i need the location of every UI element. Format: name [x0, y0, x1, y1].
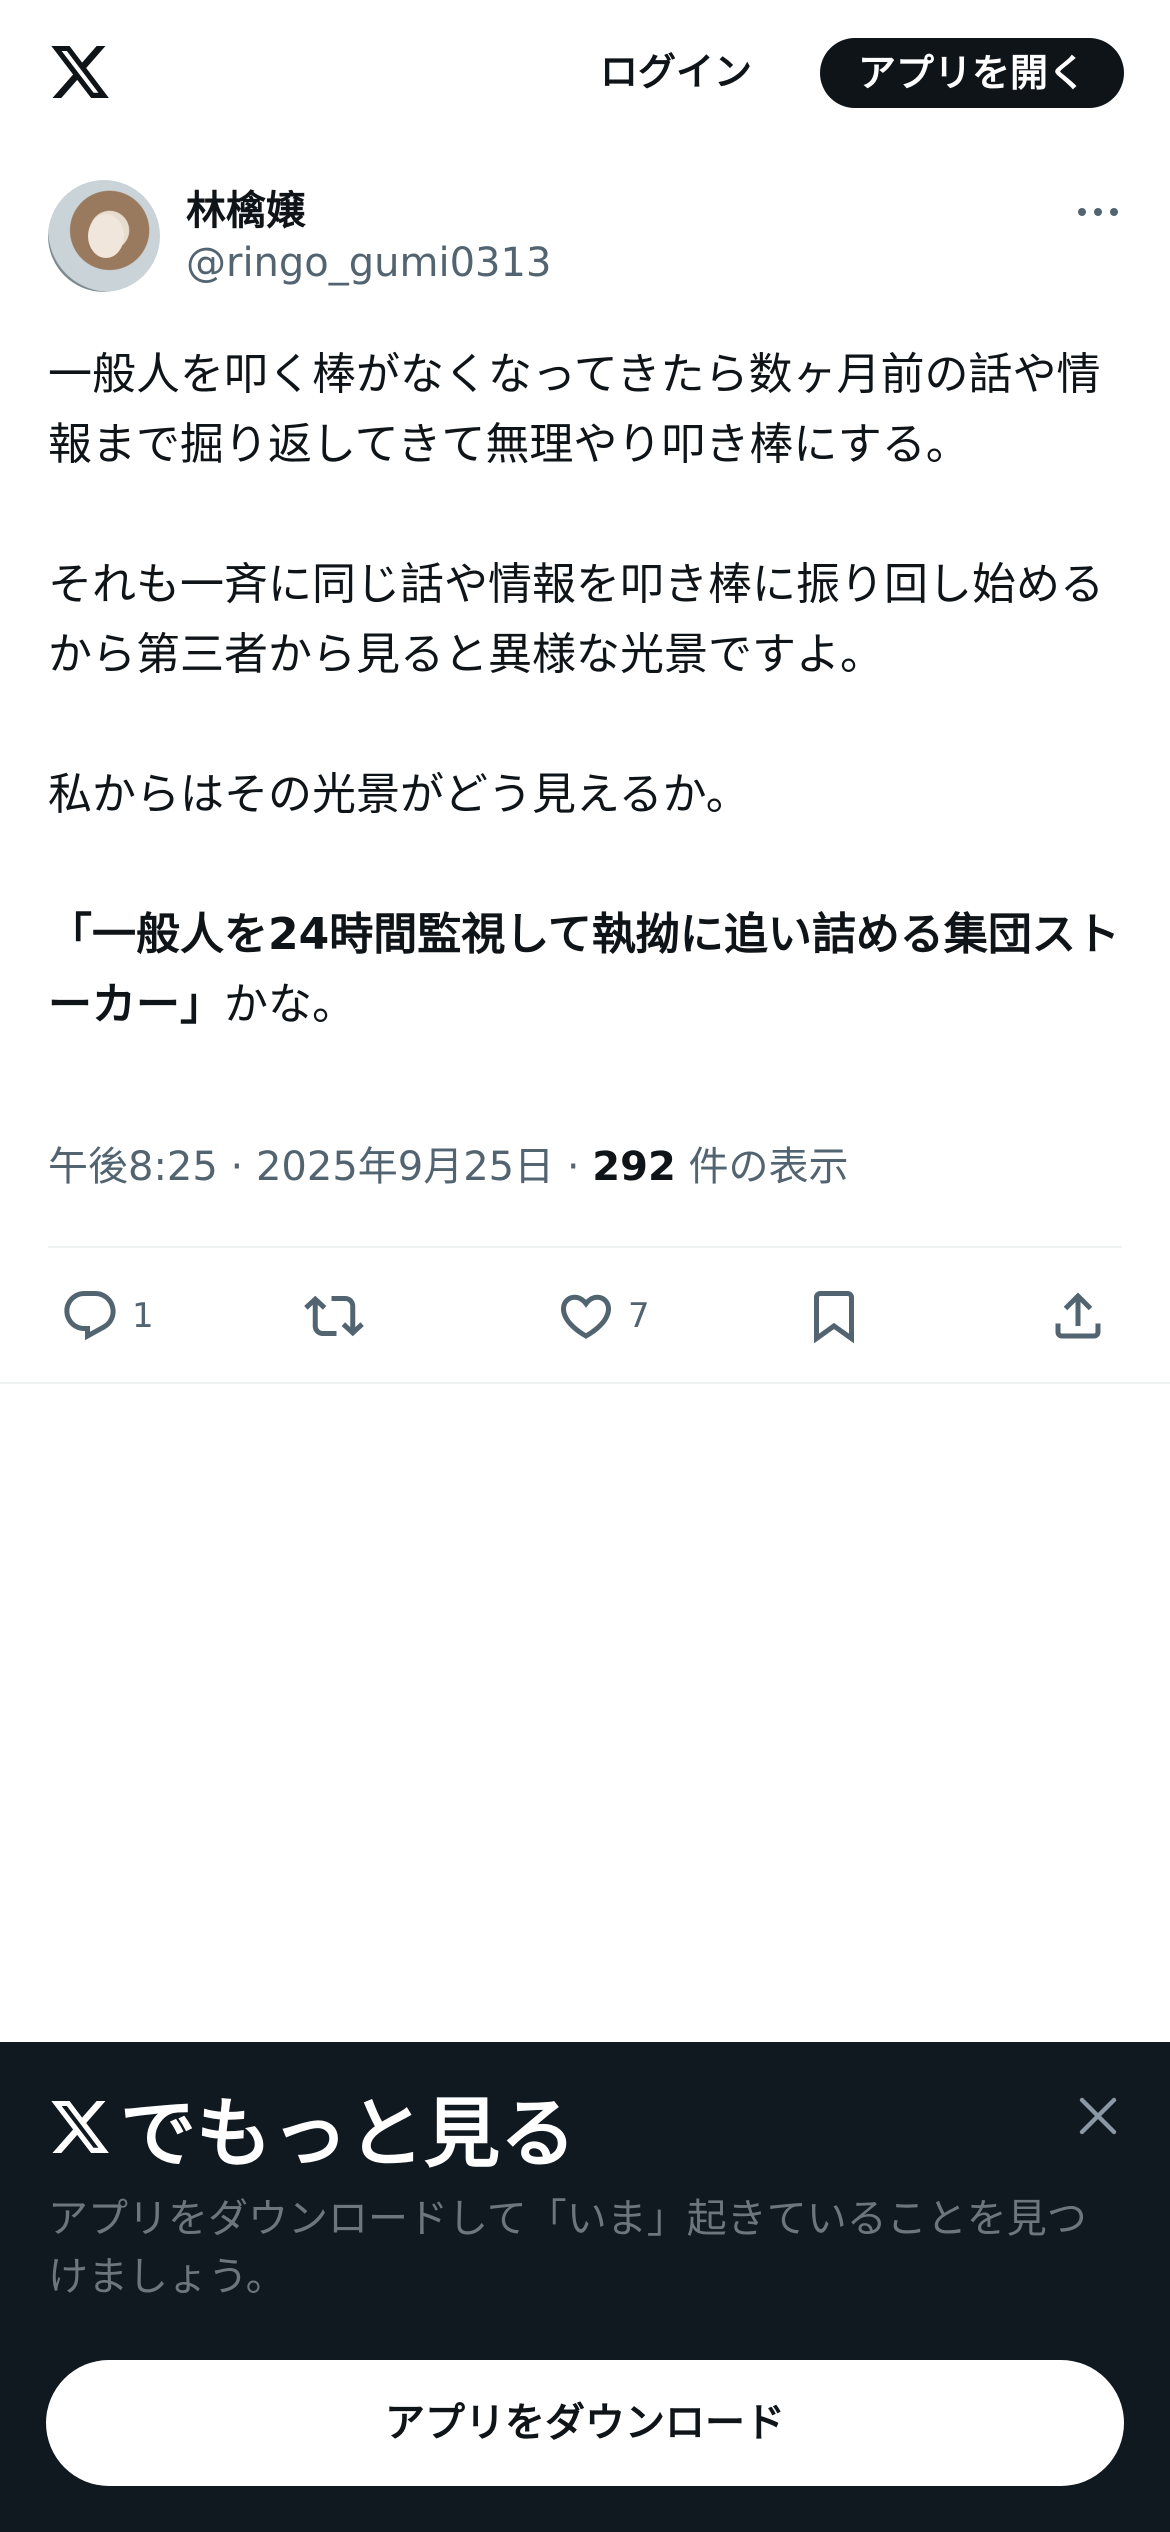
- x-logo-icon[interactable]: [48, 40, 112, 104]
- like-icon: [560, 1294, 612, 1339]
- meta-separator: ·: [217, 1144, 256, 1190]
- tweet-tail: かな。: [224, 979, 356, 1030]
- more-dots-icon[interactable]: [1074, 192, 1122, 232]
- divider: [48, 1246, 1122, 1248]
- retweet-button[interactable]: [304, 1276, 364, 1356]
- share-button[interactable]: [1048, 1276, 1108, 1356]
- sheet-description: アプリをダウンロードして「いま」起きていることを見つけましょう。: [48, 2196, 1087, 2300]
- tweet-paragraph: 「一般人を24時間監視して執拗に追い詰める集団ストーカー」かな。: [48, 900, 1128, 1040]
- like-button[interactable]: 7: [556, 1276, 650, 1356]
- meta-separator: ·: [554, 1144, 593, 1190]
- divider: [0, 1382, 1170, 1384]
- close-icon[interactable]: [1074, 2092, 1122, 2140]
- retweet-icon: [304, 1295, 364, 1337]
- views-count: 292: [592, 1144, 676, 1190]
- like-count: 7: [628, 1296, 650, 1336]
- sheet-title: でもっと見る: [48, 2080, 576, 2178]
- tweet-meta: 午後8:25 · 2025年9月25日 · 292 件の表示: [48, 1134, 849, 1192]
- action-bar: 1 7: [48, 1276, 1122, 1356]
- reply-button[interactable]: 1: [60, 1276, 154, 1356]
- avatar[interactable]: [48, 180, 160, 292]
- user-handle[interactable]: @ringo_gumi0313: [186, 240, 551, 286]
- bookmark-button[interactable]: [804, 1276, 864, 1356]
- top-bar: ログイン アプリを開く: [0, 0, 1170, 150]
- x-logo-icon: [51, 2101, 109, 2153]
- open-app-button[interactable]: アプリを開く: [820, 38, 1124, 108]
- avatar-face: [88, 214, 124, 258]
- share-icon: [1055, 1292, 1101, 1339]
- tweet-bold-quote: 「一般人を24時間監視して執拗に追い詰める集団ストーカー」: [48, 909, 1120, 1030]
- tweet-paragraph: 私からはその光景がどう見えるか。: [48, 769, 750, 820]
- sheet-title-text: でもっと見る: [120, 2089, 576, 2178]
- tweet-paragraph: 一般人を叩く棒がなくなってきたら数ヶ月前の話や情報まで掘り返してきて無理やり叩き…: [48, 349, 1101, 470]
- download-app-button[interactable]: アプリをダウンロード: [46, 2360, 1124, 2486]
- reply-count: 1: [132, 1296, 154, 1336]
- reply-icon: [64, 1291, 116, 1341]
- bookmark-icon: [814, 1291, 854, 1344]
- login-link[interactable]: ログイン: [600, 40, 752, 104]
- tweet-text: 一般人を叩く棒がなくなってきたら数ヶ月前の話や情報まで掘り返してきて無理やり叩き…: [48, 340, 1128, 1040]
- post-time[interactable]: 午後8:25: [48, 1144, 218, 1190]
- display-name[interactable]: 林檎嬢: [186, 178, 306, 236]
- post-date[interactable]: 2025年9月25日: [256, 1144, 554, 1190]
- tweet-paragraph: それも一斉に同じ話や情報を叩き棒に振り回し始めるから第三者から見ると異様な光景で…: [48, 559, 1104, 680]
- views-label: 件の表示: [675, 1144, 849, 1190]
